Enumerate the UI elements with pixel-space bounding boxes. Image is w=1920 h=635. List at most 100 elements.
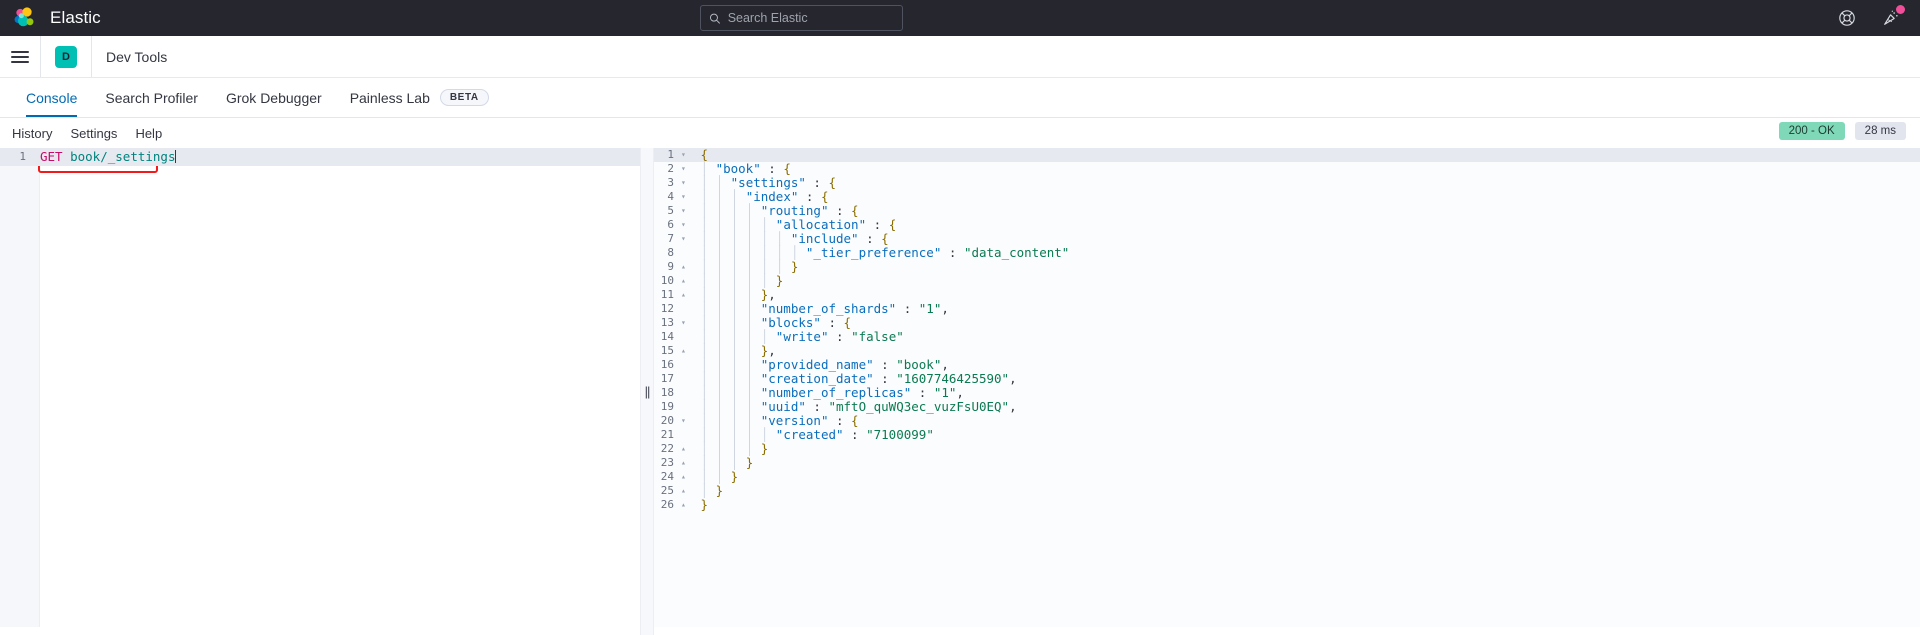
fold-down-icon[interactable]: ▾	[680, 176, 690, 190]
response-code-text: }	[700, 497, 709, 512]
search-icon	[709, 13, 720, 24]
response-code-line: 12 │ │ │ │ "number_of_shards" : "1",	[640, 302, 1920, 316]
fold-down-icon[interactable]: ▾	[680, 218, 690, 232]
top-navigation-bar: Elastic	[0, 0, 1920, 36]
fold-up-icon[interactable]: ▴	[680, 260, 690, 274]
top-nav-actions	[1836, 0, 1910, 36]
response-code-line: 11 ▴ │ │ │ │ },	[640, 288, 1920, 302]
response-time-badge: 28 ms	[1854, 122, 1906, 140]
fold-down-icon[interactable]: ▾	[680, 190, 690, 204]
response-code-text: {	[700, 148, 709, 162]
space-avatar: D	[55, 45, 77, 68]
whats-new-button[interactable]	[1880, 5, 1905, 29]
response-code-text: │ │ │ │ │ "allocation" : {	[693, 217, 897, 232]
response-code-text: │ │ │ │ "provided_name" : "book",	[693, 357, 949, 372]
response-status-group: 200 - OK 28 ms	[1778, 122, 1906, 140]
pane-splitter[interactable]: ||	[640, 148, 654, 635]
tab-painless-lab[interactable]: Painless Lab	[336, 78, 444, 117]
response-code-text: │ │ }	[693, 469, 739, 484]
console-menu-bar: History Settings Help 200 - OK 28 ms	[0, 118, 1920, 148]
response-code-text: │ │ │ │ │ }	[693, 273, 784, 288]
elastic-logo[interactable]	[0, 0, 48, 36]
search-input[interactable]	[727, 11, 894, 25]
response-code-text: │ │ │ │ "blocks" : {	[693, 315, 852, 330]
response-code-line: 23 ▴ │ │ │ }	[640, 456, 1920, 470]
help-lifebuoy-icon	[1839, 10, 1855, 26]
response-code-text: │ │ │ │ │ │ │ "_tier_preference" : "data…	[693, 245, 1070, 260]
console-menu-help[interactable]: Help	[135, 126, 162, 141]
response-code-line: 13 ▾ │ │ │ │ "blocks" : {	[640, 316, 1920, 330]
fold-up-icon[interactable]: ▴	[680, 470, 690, 484]
response-code-line: 25 ▴ │ }	[640, 484, 1920, 498]
response-code-text: │ │ │ │ "uuid" : "mftO_quWQ3ec_vuzFsU0EQ…	[693, 399, 1017, 414]
fold-up-icon[interactable]: ▴	[680, 498, 690, 512]
response-code-line: 19 │ │ │ │ "uuid" : "mftO_quWQ3ec_vuzFsU…	[640, 400, 1920, 414]
fold-up-icon[interactable]: ▴	[680, 484, 690, 498]
tab-console[interactable]: Console	[12, 78, 91, 117]
fold-up-icon[interactable]: ▴	[680, 274, 690, 288]
space-selector[interactable]: D	[41, 36, 91, 77]
hamburger-menu-button[interactable]	[0, 36, 40, 77]
response-code-line: 26 ▴ }	[640, 498, 1920, 512]
console-editor-area: 1 GET book/_settings || 1 ▾ {2 ▾ │ "book" …	[0, 148, 1920, 635]
response-code-line: 15 ▴ │ │ │ │ },	[640, 344, 1920, 358]
response-code-lines: 1 ▾ {2 ▾ │ "book" : {3 ▾ │ │ "settings" : {…	[640, 148, 1920, 512]
tab-search-profiler[interactable]: Search Profiler	[91, 78, 212, 117]
fold-up-icon[interactable]: ▴	[680, 442, 690, 456]
response-code-text: │ │ │ │ │ "created" : "7100099"	[693, 427, 934, 442]
response-code-text: │ │ │ │ │ │ }	[693, 259, 799, 274]
response-code-line: 24 ▴ │ │ }	[640, 470, 1920, 484]
response-code-line: 9 ▴ │ │ │ │ │ │ }	[640, 260, 1920, 274]
tab-grok-debugger[interactable]: Grok Debugger	[212, 78, 336, 117]
response-code-line: 17 │ │ │ │ "creation_date" : "1607746425…	[640, 372, 1920, 386]
response-code-text: │ │ │ │ "version" : {	[693, 413, 859, 428]
response-code-line: 16 │ │ │ │ "provided_name" : "book",	[640, 358, 1920, 372]
breadcrumb-bar: D Dev Tools	[0, 36, 1920, 78]
response-code-text: │ │ │ │ "creation_date" : "1607746425590…	[693, 371, 1017, 386]
request-editor-pane[interactable]: 1 GET book/_settings	[0, 148, 640, 635]
help-lifebuoy-button[interactable]	[1836, 7, 1858, 29]
status-code-badge: 200 - OK	[1778, 122, 1845, 140]
hamburger-menu-icon	[11, 48, 29, 66]
request-code-line[interactable]: 1 GET book/_settings	[0, 148, 640, 166]
response-code-line: 2 ▾ │ "book" : {	[640, 162, 1920, 176]
console-menu-history[interactable]: History	[12, 126, 52, 141]
splitter-grip: ||	[644, 384, 651, 399]
response-code-text: │ │ │ }	[693, 455, 754, 470]
response-code-text: │ }	[693, 483, 724, 498]
breadcrumb-dev-tools[interactable]: Dev Tools	[92, 36, 181, 77]
response-code-line: 10 ▴ │ │ │ │ │ }	[640, 274, 1920, 288]
fold-up-icon[interactable]: ▴	[680, 288, 690, 302]
request-gutter-background	[0, 148, 40, 635]
response-code-line: 7 ▾ │ │ │ │ │ │ "include" : {	[640, 232, 1920, 246]
response-code-line: 14 │ │ │ │ │ "write" : "false"	[640, 330, 1920, 344]
response-code-line: 6 ▾ │ │ │ │ │ "allocation" : {	[640, 218, 1920, 232]
fold-down-icon[interactable]: ▾	[680, 148, 690, 162]
fold-down-icon[interactable]: ▾	[680, 414, 690, 428]
console-menu-settings[interactable]: Settings	[70, 126, 117, 141]
response-code-text: │ │ │ │ │ │ "include" : {	[693, 231, 889, 246]
notification-badge-dot	[1896, 5, 1905, 14]
app-tab-bar: Console Search Profiler Grok Debugger Pa…	[0, 78, 1920, 118]
fold-up-icon[interactable]: ▴	[680, 456, 690, 470]
fold-down-icon[interactable]: ▾	[680, 316, 690, 330]
global-search-box[interactable]	[700, 5, 903, 31]
request-path: book/_settings	[70, 149, 176, 164]
response-code-text: │ │ │ │ "routing" : {	[693, 203, 859, 218]
fold-down-icon[interactable]: ▾	[680, 232, 690, 246]
text-cursor	[175, 150, 177, 163]
response-code-line: 18 │ │ │ │ "number_of_replicas" : "1",	[640, 386, 1920, 400]
request-method: GET	[40, 149, 63, 164]
fold-down-icon[interactable]: ▾	[680, 162, 690, 176]
response-code-text: │ │ │ │ },	[693, 343, 776, 358]
response-code-text: │ │ │ │ },	[693, 287, 776, 302]
response-code-text: │ │ │ │ }	[693, 441, 769, 456]
fold-down-icon[interactable]: ▾	[680, 204, 690, 218]
response-editor-pane[interactable]: 1 ▾ {2 ▾ │ "book" : {3 ▾ │ │ "settings" : {…	[640, 148, 1920, 635]
response-code-line: 21 │ │ │ │ │ "created" : "7100099"	[640, 428, 1920, 442]
fold-up-icon[interactable]: ▴	[680, 344, 690, 358]
response-code-text: │ │ │ │ "number_of_shards" : "1",	[693, 301, 949, 316]
response-code-text: │ │ │ │ │ "write" : "false"	[693, 329, 904, 344]
elastic-logo-icon	[14, 7, 34, 27]
editor-bottom-strip	[0, 627, 1920, 635]
